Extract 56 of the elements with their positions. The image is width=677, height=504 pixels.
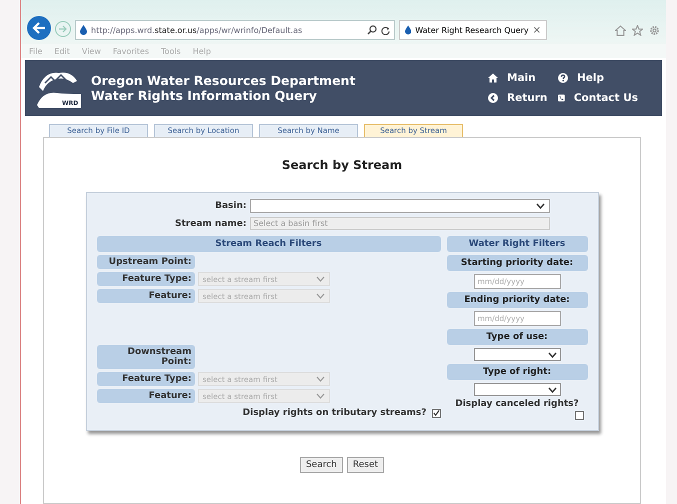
search-icon[interactable] bbox=[367, 25, 377, 35]
checkbox-label: Display rights on tributary streams? bbox=[242, 408, 426, 418]
basin-select[interactable] bbox=[250, 199, 550, 213]
home-icon[interactable] bbox=[615, 25, 626, 36]
chevron-icon bbox=[548, 386, 556, 392]
nav-link[interactable]: Return bbox=[488, 92, 558, 104]
checkbox-label: Display canceled rights? bbox=[455, 399, 579, 409]
nav-link[interactable]: Main bbox=[488, 72, 558, 84]
star-icon[interactable] bbox=[632, 25, 643, 36]
field-label: Ending priority date: bbox=[446, 292, 588, 308]
back-button[interactable] bbox=[27, 16, 51, 40]
arrow-icon bbox=[58, 25, 68, 33]
field-label: Feature: bbox=[96, 389, 194, 403]
chevron-icon bbox=[536, 203, 544, 209]
drop-icon bbox=[405, 25, 412, 35]
field-label: Starting priority date: bbox=[446, 255, 588, 271]
chevron-icon bbox=[316, 293, 324, 299]
field-label: Type of right: bbox=[446, 364, 588, 380]
site-title: Water Rights Information Query bbox=[91, 88, 318, 103]
settings-icon[interactable] bbox=[649, 25, 660, 36]
form-button[interactable]: Search bbox=[300, 457, 343, 473]
url-text: http://apps.wrd.state.or.us/apps/wr/wrinfo/Default.as bbox=[91, 26, 304, 34]
drop-icon bbox=[80, 25, 87, 35]
field-label: Feature Type: bbox=[96, 372, 194, 386]
field-label: Feature Type: bbox=[96, 272, 194, 286]
site-title: Oregon Water Resources Department bbox=[91, 73, 356, 88]
arrow-icon bbox=[32, 22, 46, 34]
chevron-icon bbox=[316, 376, 324, 382]
phone-icon bbox=[558, 93, 565, 103]
nav-link[interactable]: Help bbox=[558, 72, 638, 84]
point-label: Upstream Point: bbox=[96, 255, 194, 269]
field-label: Stream name: bbox=[174, 218, 246, 228]
nav-link[interactable]: Contact Us bbox=[558, 92, 638, 104]
help-icon bbox=[558, 73, 568, 83]
form-button[interactable]: Reset bbox=[346, 457, 384, 473]
section-header: Stream Reach Filters bbox=[96, 236, 440, 252]
checkbox[interactable] bbox=[432, 408, 440, 418]
back-icon bbox=[488, 93, 498, 103]
field-label: Type of use: bbox=[446, 329, 588, 345]
field-label: Feature: bbox=[96, 289, 194, 303]
chevron-icon bbox=[316, 276, 324, 282]
chevron-icon bbox=[548, 352, 556, 358]
page-heading: Search by Stream bbox=[282, 158, 402, 172]
chevron-icon bbox=[316, 393, 324, 399]
browser-tab[interactable]: Water Right Research Query × bbox=[399, 20, 547, 40]
type-select[interactable] bbox=[474, 383, 560, 396]
address-bar[interactable]: http://apps.wrd.state.or.us/apps/wr/wrinfo/Default.as bbox=[75, 20, 395, 40]
checkbox[interactable] bbox=[574, 411, 584, 420]
home-icon bbox=[488, 73, 498, 83]
type-select[interactable] bbox=[474, 348, 560, 361]
point-label: Downstream Point: bbox=[96, 345, 194, 369]
section-header: Water Right Filters bbox=[446, 236, 588, 252]
refresh-icon[interactable] bbox=[381, 26, 390, 34]
field-label: Basin: bbox=[214, 201, 246, 211]
forward-button[interactable] bbox=[55, 21, 71, 37]
close-icon[interactable]: × bbox=[532, 24, 541, 36]
